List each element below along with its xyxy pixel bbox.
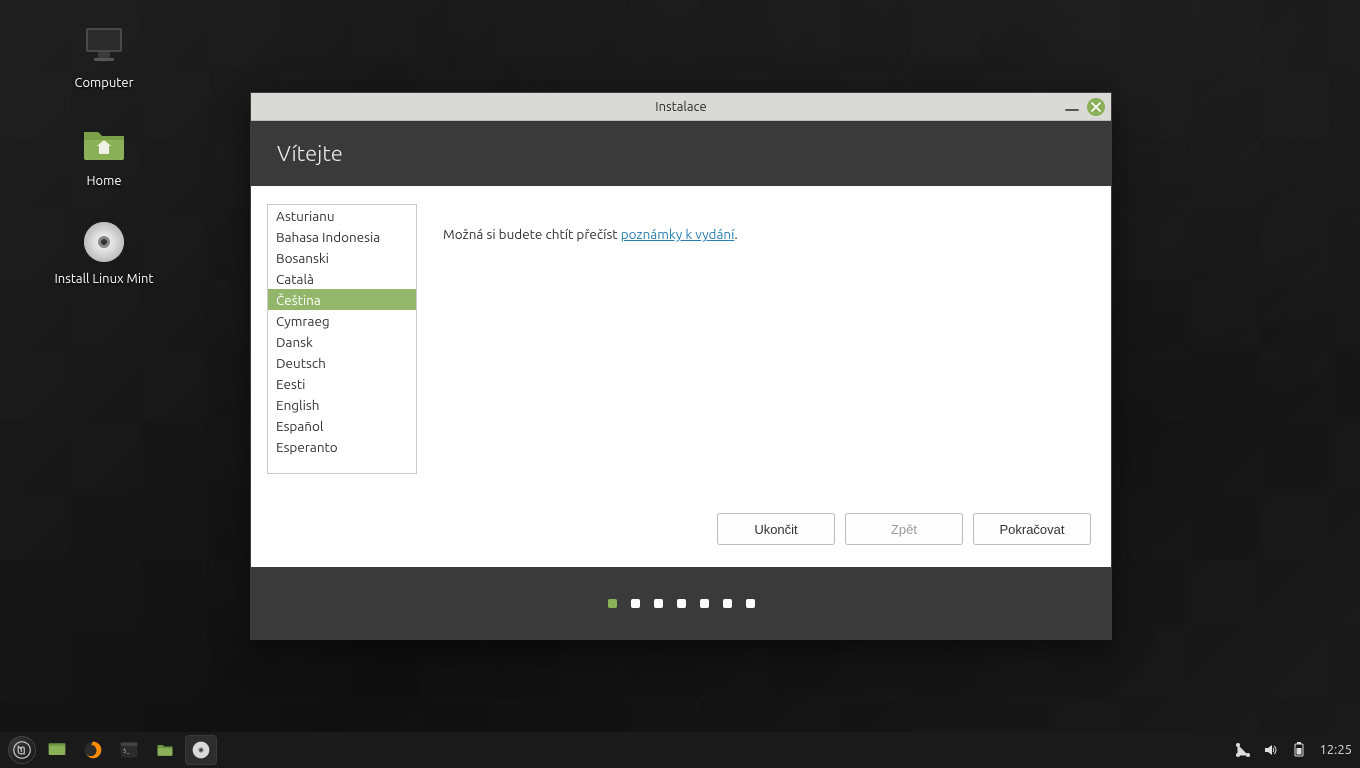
desktop: Computer Home Install Linux Mint Instala… xyxy=(0,0,1360,768)
back-button[interactable]: Zpět xyxy=(845,513,963,545)
desktop-icon-label: Install Linux Mint xyxy=(54,272,153,286)
language-option[interactable]: Català xyxy=(268,268,416,289)
panel-left: $_ xyxy=(8,736,216,764)
monitor-icon xyxy=(80,22,128,70)
titlebar[interactable]: Instalace xyxy=(251,93,1111,121)
desktop-icon-computer[interactable]: Computer xyxy=(44,22,164,90)
quit-button[interactable]: Ukončit xyxy=(717,513,835,545)
terminal-icon: $_ xyxy=(119,740,139,760)
task-files[interactable] xyxy=(150,736,180,764)
network-icon xyxy=(1235,742,1251,758)
language-option[interactable]: Deutsch xyxy=(268,352,416,373)
language-option[interactable]: Čeština xyxy=(268,289,416,310)
page-indicator xyxy=(700,599,709,608)
page-indicator xyxy=(723,599,732,608)
title-controls xyxy=(1065,93,1105,120)
clock[interactable]: 12:25 xyxy=(1319,743,1352,757)
language-option[interactable]: Español xyxy=(268,415,416,436)
battery-icon xyxy=(1291,742,1307,758)
window-title: Instalace xyxy=(655,100,706,114)
page-heading: Vítejte xyxy=(251,121,1111,186)
minimize-icon[interactable] xyxy=(1065,109,1079,111)
release-notes-text: Možná si budete chtít přečíst poznámky k… xyxy=(443,204,738,497)
desktop-icon-label: Computer xyxy=(75,76,134,90)
speaker-icon xyxy=(1263,742,1279,758)
content-area: AsturianuBahasa IndonesiaBosanskiCatalàČ… xyxy=(251,186,1111,507)
language-option[interactable]: Esperanto xyxy=(268,436,416,457)
desktop-task-icon xyxy=(47,740,67,760)
language-option[interactable]: Dansk xyxy=(268,331,416,352)
language-option[interactable]: Eesti xyxy=(268,373,416,394)
page-indicator xyxy=(608,599,617,608)
pager xyxy=(251,567,1111,639)
close-button[interactable] xyxy=(1087,98,1105,116)
desktop-icon-home[interactable]: Home xyxy=(44,120,164,188)
network-tray[interactable] xyxy=(1235,742,1251,758)
note-suffix: . xyxy=(734,226,737,242)
desktop-icons: Computer Home Install Linux Mint xyxy=(44,22,164,286)
files-icon xyxy=(155,740,175,760)
folder-home-icon xyxy=(80,120,128,168)
close-icon xyxy=(1091,102,1101,112)
language-option[interactable]: Bahasa Indonesia xyxy=(268,226,416,247)
page-indicator xyxy=(677,599,686,608)
installer-window: Instalace Vítejte AsturianuBahasa Indone… xyxy=(250,92,1112,640)
language-option[interactable]: Cymraeg xyxy=(268,310,416,331)
desktop-icon-install[interactable]: Install Linux Mint xyxy=(44,218,164,286)
page-indicator xyxy=(631,599,640,608)
note-prefix: Možná si budete chtít přečíst xyxy=(443,226,621,242)
panel-right: 12:25 xyxy=(1235,742,1352,758)
firefox-icon xyxy=(83,740,103,760)
language-list[interactable]: AsturianuBahasa IndonesiaBosanskiCatalàČ… xyxy=(267,204,417,474)
page-indicator xyxy=(746,599,755,608)
language-option[interactable]: Asturianu xyxy=(268,205,416,226)
task-terminal[interactable]: $_ xyxy=(114,736,144,764)
release-notes-link[interactable]: poznámky k vydání xyxy=(621,226,735,242)
volume-tray[interactable] xyxy=(1263,742,1279,758)
menu-button[interactable] xyxy=(8,736,36,764)
task-firefox[interactable] xyxy=(78,736,108,764)
svg-text:$_: $_ xyxy=(123,749,129,755)
continue-button[interactable]: Pokračovat xyxy=(973,513,1091,545)
panel: $_ 12:25 xyxy=(0,732,1360,768)
mint-logo-icon xyxy=(13,741,31,759)
button-row: Ukončit Zpět Pokračovat xyxy=(251,507,1111,567)
disc-icon xyxy=(80,218,128,266)
task-show-desktop[interactable] xyxy=(42,736,72,764)
task-installer[interactable] xyxy=(186,736,216,764)
battery-tray[interactable] xyxy=(1291,742,1307,758)
language-option[interactable]: English xyxy=(268,394,416,415)
desktop-icon-label: Home xyxy=(86,174,121,188)
language-option[interactable]: Bosanski xyxy=(268,247,416,268)
page-indicator xyxy=(654,599,663,608)
disc-task-icon xyxy=(191,740,211,760)
